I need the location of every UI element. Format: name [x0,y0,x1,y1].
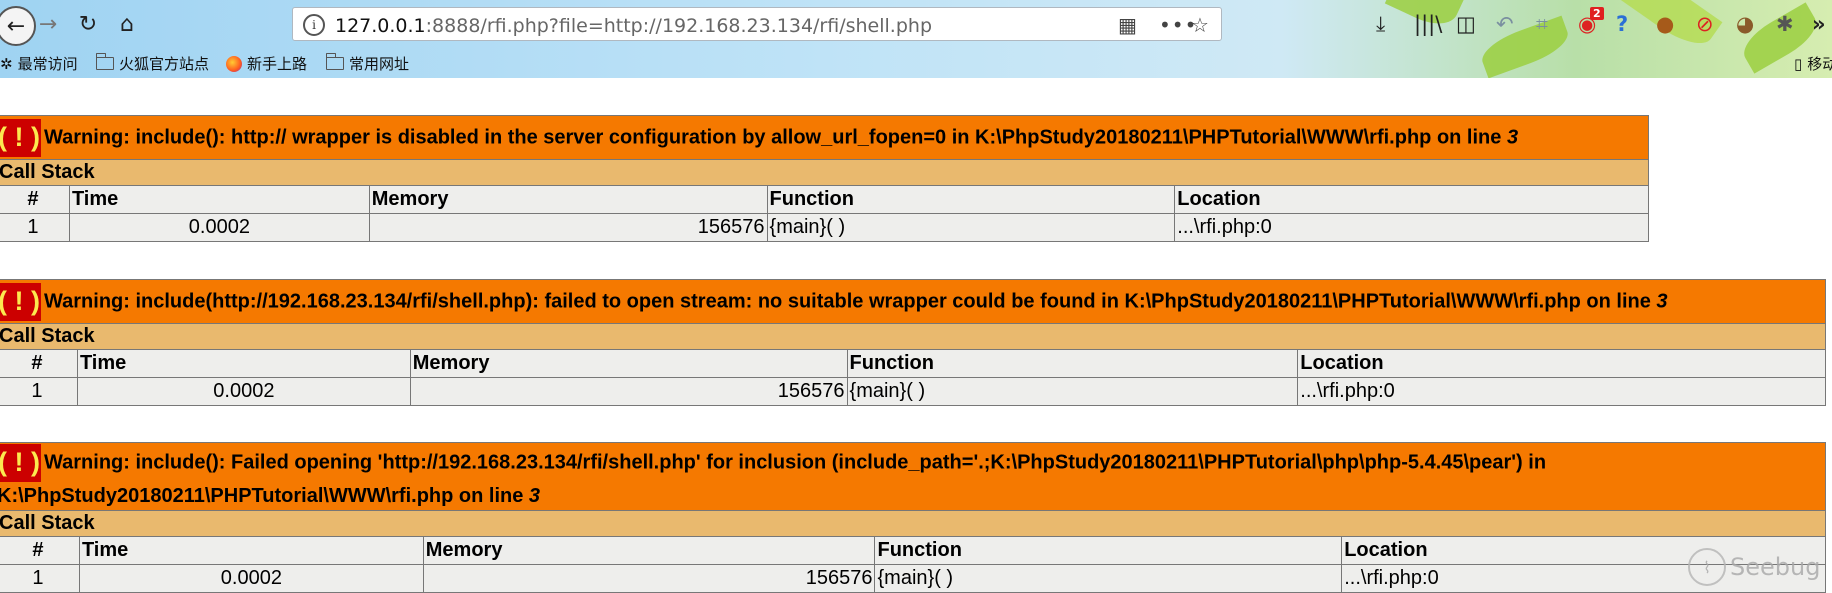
xdebug-error-table: ( ! ) Warning: include(): http:// wrapper… [0,115,1649,242]
cell-memory: 156576 [409,377,848,406]
cell-function: {main}( ) [846,377,1299,406]
crop-icon[interactable]: ⌗ [1536,12,1548,37]
bookmark-firefox-official[interactable]: 火狐官方站点 [95,53,210,74]
warning-message: ( ! ) Warning: include(): http:// wrapper… [0,115,1649,160]
column-header-memory: Memory [368,185,768,214]
seebug-watermark: ⌇ Seebug [1688,548,1820,586]
cell-function: {main}( ) [874,564,1343,593]
bookmark-common-sites[interactable]: 常用网址 [325,53,410,74]
bookmark-label: 火狐官方站点 [119,55,210,73]
cell-location: ...\rfi.php:0 [1297,377,1826,406]
undo-icon[interactable]: ↶ [1496,12,1514,36]
url-host: 127.0.0.1 [335,15,426,37]
warning-message: ( ! ) Warning: include(http://192.168.23.… [0,279,1826,324]
xdebug-error-table: ( ! ) Warning: include(http://192.168.23.… [0,279,1826,406]
seebug-logo-icon: ⌇ [1688,548,1726,586]
call-stack-header: Call Stack [0,323,1826,350]
table-row: 1 0.0002 156576 {main}( ) ...\rfi.php:0 [0,377,1826,406]
table-row: 1 0.0002 156576 {main}( ) ...\rfi.php:0 [0,564,1826,593]
library-icon[interactable]: |||\ [1414,12,1442,36]
cell-num: 1 [0,213,70,242]
cell-time: 0.0002 [78,564,424,593]
help-icon[interactable]: ? [1616,12,1628,36]
column-header-time: Time [68,185,370,214]
column-header-location: Location [1297,349,1826,378]
column-header-num: # [0,349,78,378]
back-arrow-icon: ← [6,13,26,39]
column-header-function: Function [766,185,1176,214]
cookie-icon[interactable]: ● [1656,12,1674,36]
warning-text: Warning: include(): Failed opening 'http… [0,451,1547,507]
cell-time: 0.0002 [76,377,411,406]
qr-code-icon[interactable]: ▦ [1118,13,1137,37]
bookmark-label: 移动 [1807,55,1832,73]
table-row: 1 0.0002 156576 {main}( ) ...\rfi.php:0 [0,213,1649,242]
call-stack-header: Call Stack [0,159,1649,186]
cell-location: ...\rfi.php:0 [1174,213,1649,242]
warning-line-number: 3 [1656,289,1668,312]
column-header-function: Function [846,349,1299,378]
column-header-location: Location [1174,185,1649,214]
cell-num: 1 [0,377,78,406]
xdebug-error-table: ( ! ) Warning: include(): Failed opening … [0,442,1826,593]
bookmark-label: 新手上路 [247,55,308,73]
column-header-memory: Memory [422,536,876,565]
cell-num: 1 [0,564,80,593]
bookmark-label: 常用网址 [349,55,410,73]
warning-text: Warning: include(): http:// wrapper is d… [44,125,1502,148]
forward-arrow-icon: → [38,11,58,37]
bookmark-label: 最常访问 [17,55,78,73]
call-stack-header: Call Stack [0,510,1826,537]
cell-memory: 156576 [368,213,768,242]
warning-text: Warning: include(http://192.168.23.134/r… [44,289,1651,312]
navigation-row: ← → ↻ ⌂ i 127.0.0.1:8888/rfi.php?file=ht… [0,0,1832,48]
watermark-text: Seebug [1730,553,1821,581]
column-header-function: Function [874,536,1343,565]
bookmark-star-icon[interactable]: ☆ [1191,13,1209,37]
warning-bang-icon: ( ! ) [0,118,41,157]
sidebar-icon[interactable]: ◫ [1456,12,1476,36]
back-button[interactable]: ← [0,6,36,46]
cell-time: 0.0002 [68,213,370,242]
bug-icon[interactable]: ✱ [1776,12,1794,36]
download-icon[interactable]: ⤓ [1376,12,1385,37]
overflow-menu-icon[interactable]: » [1812,12,1826,36]
folder-icon [325,53,344,70]
column-header-num: # [0,536,80,565]
monkey-icon[interactable]: ◕ [1736,12,1754,36]
column-header-num: # [0,185,70,214]
bookmarks-toolbar: ✲ 最常访问 火狐官方站点 新手上路 常用网址 ▯ 移动 [0,48,1832,78]
forward-button[interactable]: → [34,10,62,38]
cell-memory: 156576 [422,564,876,593]
warning-bang-icon: ( ! ) [0,282,41,321]
warning-message: ( ! ) Warning: include(): Failed opening … [0,442,1826,511]
bookmark-most-visited[interactable]: ✲ 最常访问 [0,53,78,74]
url-path: :8888/rfi.php?file=http://192.168.23.134… [425,15,933,37]
bookmark-getting-started[interactable]: 新手上路 [226,53,307,74]
url-bar[interactable]: i 127.0.0.1:8888/rfi.php?file=http://192… [292,7,1222,41]
site-info-icon[interactable]: i [303,14,325,36]
warning-line-number: 3 [528,485,541,507]
folder-icon [95,53,114,70]
warning-bang-icon: ( ! ) [0,444,41,482]
home-icon: ⌂ [120,11,134,37]
column-header-memory: Memory [409,349,848,378]
reload-icon: ↻ [78,11,98,37]
home-button[interactable]: ⌂ [113,10,141,38]
column-header-time: Time [78,536,424,565]
firefox-icon [226,55,242,72]
browser-toolbar: ← → ↻ ⌂ i 127.0.0.1:8888/rfi.php?file=ht… [0,0,1832,78]
cell-function: {main}( ) [766,213,1176,242]
mobile-icon: ▯ [1794,54,1803,73]
gear-icon: ✲ [0,54,13,73]
column-header-time: Time [76,349,411,378]
bookmark-mobile[interactable]: ▯ 移动 [1794,53,1832,74]
notification-badge: 2 [1590,7,1604,20]
warning-line-number: 3 [1506,125,1519,148]
reload-button[interactable]: ↻ [74,10,102,38]
blocked-icon[interactable]: ⊘ [1696,12,1714,36]
url-text[interactable]: 127.0.0.1:8888/rfi.php?file=http://192.1… [335,15,932,37]
